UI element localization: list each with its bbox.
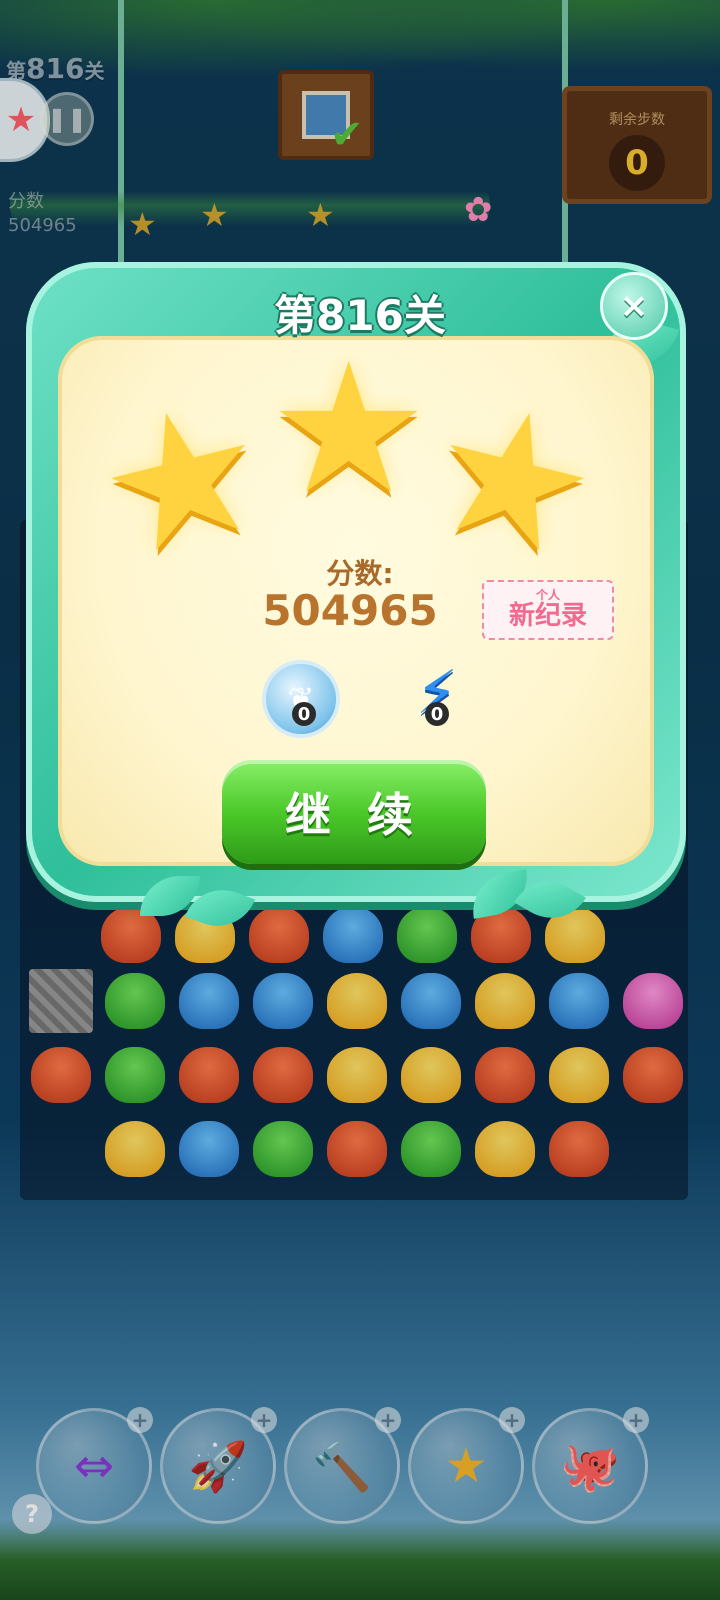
bolt-reward-count: 0 <box>425 702 449 726</box>
score-value: 504965 <box>262 586 438 635</box>
leaf-coin-icon: ❦ <box>262 660 340 738</box>
continue-button[interactable]: 继 续 <box>222 760 486 864</box>
continue-label: 继 续 <box>284 788 423 842</box>
record-main-label: 新纪录 <box>508 601 587 631</box>
record-small-label: 个人 <box>535 588 560 602</box>
close-icon: × <box>619 286 649 326</box>
close-button[interactable]: × <box>600 272 668 340</box>
new-record-badge: 个人 新纪录 <box>482 580 614 640</box>
coin-reward-count: 0 <box>292 702 316 726</box>
result-star-icon: ★ <box>268 325 430 534</box>
